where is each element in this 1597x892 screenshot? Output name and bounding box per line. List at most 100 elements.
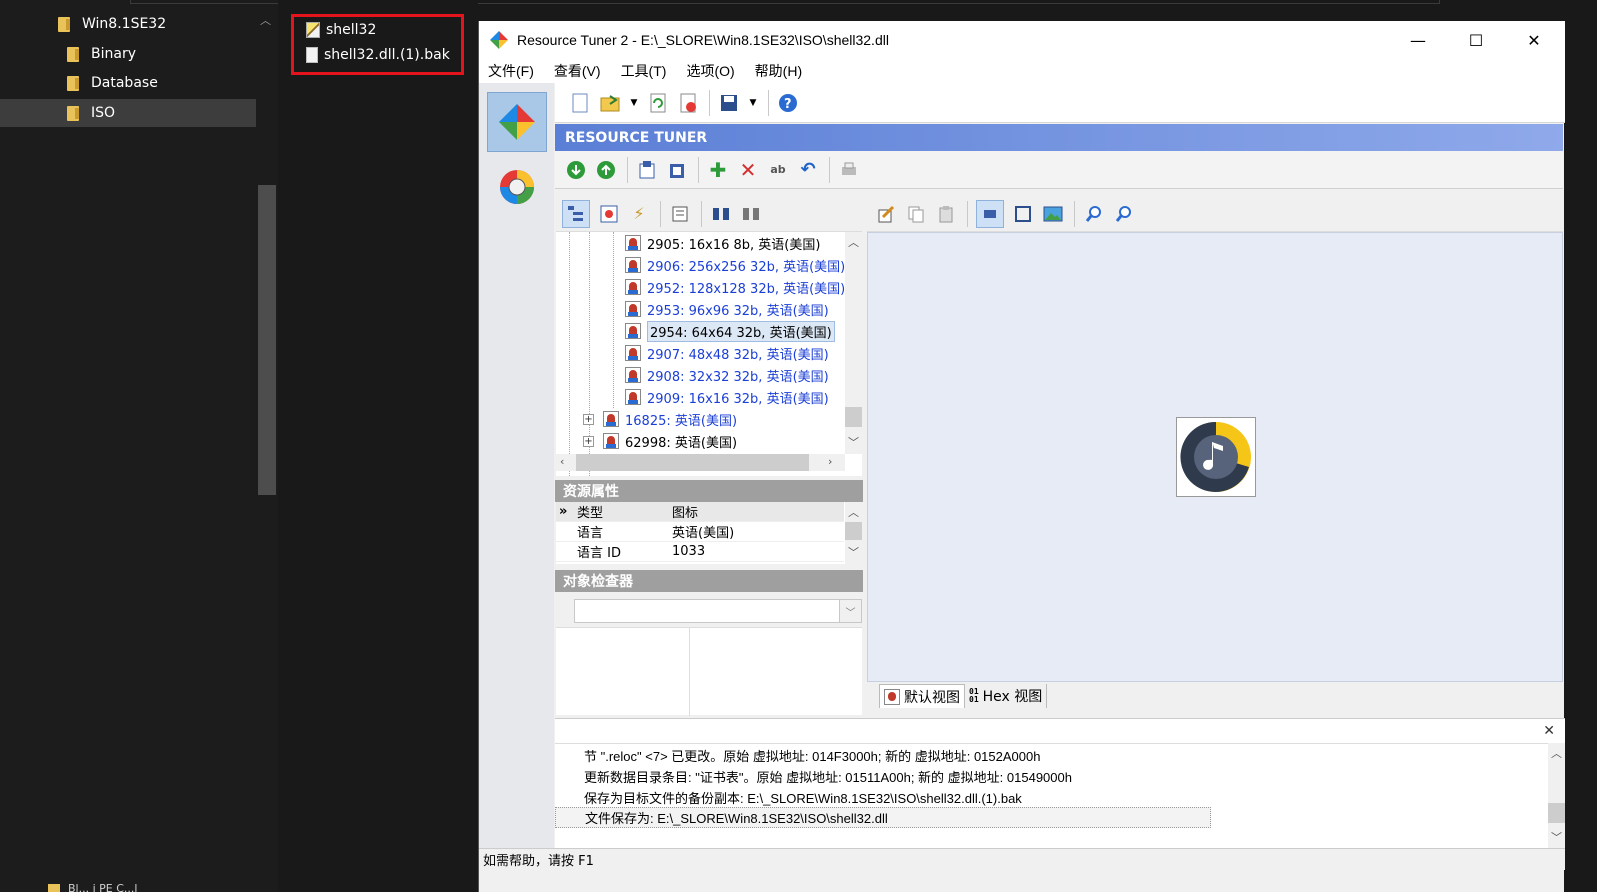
tree-row[interactable]: 62998: 英语(美国) (603, 430, 737, 452)
properties-scrollbar[interactable]: ︿ ﹀ (845, 502, 862, 564)
tree-row[interactable]: 2905: 16x16 8b, 英语(美国) (625, 232, 820, 254)
export-icon[interactable] (666, 159, 688, 181)
copy-icon[interactable] (905, 203, 927, 225)
tree-view-icon[interactable] (562, 199, 590, 228)
log-scrollbar[interactable]: ︿ ﹀ (1548, 743, 1565, 849)
folder-icon (48, 883, 60, 892)
toolbar-separator (768, 89, 769, 116)
delete-resource-icon[interactable]: ✕ (737, 158, 759, 182)
zoom-out-icon[interactable] (1113, 203, 1135, 225)
toolbar-separator (829, 156, 830, 183)
highlight-annotation-box (291, 14, 464, 75)
dropdown-arrow-icon[interactable]: ▼ (748, 92, 758, 114)
fit-view-icon[interactable] (976, 199, 1004, 228)
open-folder-icon[interactable] (599, 92, 621, 114)
explorer-mode-button[interactable] (487, 157, 547, 217)
scroll-thumb[interactable] (845, 407, 862, 427)
chevron-up-icon[interactable]: ︿ (260, 12, 271, 28)
undo-icon[interactable]: ↶ (797, 159, 819, 181)
filter-icon[interactable]: ⚡ (628, 203, 650, 225)
property-row[interactable]: » 类型 图标 (556, 502, 844, 522)
tab-label: 默认视图 (904, 689, 960, 706)
object-inspector-combo[interactable]: ﹀ (574, 599, 862, 623)
tree-row[interactable]: 2953: 96x96 32b, 英语(美国) (625, 298, 829, 320)
menu-help[interactable]: 帮助(H) (755, 61, 802, 81)
paste-icon[interactable] (935, 203, 957, 225)
add-resource-icon[interactable]: ✚ (707, 158, 729, 182)
tree-row[interactable]: 16825: 英语(美国) (603, 408, 737, 430)
dropdown-arrow-icon[interactable]: ▼ (629, 92, 639, 114)
property-row[interactable]: 语言 ID 1033 (556, 542, 844, 562)
refresh-icon[interactable] (647, 92, 669, 114)
scroll-down-icon[interactable]: ﹀ (848, 434, 859, 450)
row-pointer-icon: » (559, 504, 568, 519)
nav-item-label: Database (91, 75, 158, 91)
arrow-up-icon[interactable] (595, 159, 617, 181)
scroll-down-icon[interactable]: ﹀ (848, 544, 859, 560)
log-line-selected[interactable]: 文件保存为: E:\_SLORE\Win8.1SE32\ISO\shell32.… (555, 807, 1211, 828)
properties-icon[interactable] (598, 203, 620, 225)
menu-file[interactable]: 文件(F) (488, 61, 534, 81)
explorer-navigation-pane: ︿ Win8.1SE32 Binary Database ISO Bl... i… (0, 0, 278, 892)
help-icon[interactable]: ? (777, 92, 799, 114)
rename-icon[interactable]: ab (767, 159, 789, 181)
nav-item-iso[interactable]: ISO (0, 99, 256, 127)
tree-row[interactable]: 2909: 16x16 32b, 英语(美国) (625, 386, 829, 408)
tree-row[interactable]: 2952: 128x128 32b, 英语(美国) (625, 276, 845, 298)
menu-view[interactable]: 查看(V) (554, 61, 601, 81)
nav-item-bottom[interactable]: Bl... i PE C...l (48, 882, 137, 892)
print-icon[interactable] (838, 159, 860, 181)
expand-icon[interactable]: + (583, 414, 594, 425)
nav-item-label: ISO (91, 105, 116, 121)
import-icon[interactable] (636, 159, 658, 181)
new-file-icon[interactable] (569, 92, 591, 114)
tab-label: Hex 视图 (982, 689, 1043, 705)
save-icon[interactable] (718, 92, 740, 114)
minimize-button[interactable]: — (1389, 21, 1447, 59)
list-icon[interactable] (669, 203, 691, 225)
chevron-down-icon[interactable]: ﹀ (839, 600, 861, 622)
scroll-thumb[interactable] (1548, 803, 1565, 823)
resource-action-toolbar: ✚ ✕ ab ↶ (555, 151, 1563, 189)
close-icon[interactable]: ✕ (1543, 723, 1555, 739)
tree-row[interactable]: 2906: 256x256 32b, 英语(美国) (625, 254, 845, 276)
tree-horizontal-scrollbar[interactable]: ‹ › (556, 454, 845, 471)
nav-item-database[interactable]: Database (67, 69, 257, 97)
find-icon[interactable] (710, 203, 732, 225)
scroll-left-icon[interactable]: ‹ (560, 455, 564, 468)
scroll-up-icon[interactable]: ︿ (1551, 745, 1562, 761)
edit-icon[interactable] (875, 203, 897, 225)
scroll-thumb[interactable] (845, 522, 862, 540)
zoom-in-icon[interactable] (1083, 203, 1105, 225)
tree-vertical-scrollbar[interactable]: ︿ ﹀ (845, 232, 862, 454)
folder-icon (67, 105, 81, 121)
image-icon[interactable] (1042, 203, 1064, 225)
nav-item-win81se32[interactable]: Win8.1SE32 (58, 10, 258, 38)
tree-row[interactable]: 2908: 32x32 32b, 英语(美国) (625, 364, 829, 386)
title-bar[interactable]: Resource Tuner 2 - E:\_SLORE\Win8.1SE32\… (479, 21, 1565, 59)
scroll-thumb[interactable] (576, 454, 809, 471)
arrow-down-icon[interactable] (565, 159, 587, 181)
menu-tools[interactable]: 工具(T) (621, 61, 667, 81)
find-next-icon[interactable] (740, 203, 762, 225)
expand-icon[interactable]: + (583, 436, 594, 447)
close-file-icon[interactable] (677, 92, 699, 114)
tree-row[interactable]: 2907: 48x48 32b, 英语(美国) (625, 342, 829, 364)
nav-scrollbar[interactable] (258, 185, 276, 495)
scroll-right-icon[interactable]: › (828, 455, 832, 468)
property-row[interactable]: 语言 英语(美国) (556, 522, 844, 542)
tree-row-selected[interactable]: 2954: 64x64 32b, 英语(美国) (625, 320, 835, 342)
scroll-up-icon[interactable]: ︿ (848, 504, 859, 520)
nav-item-binary[interactable]: Binary (67, 40, 257, 68)
maximize-button[interactable]: ☐ (1447, 21, 1505, 59)
tab-default-view[interactable]: 默认视图 (879, 684, 965, 708)
log-line: 节 ".reloc" <7> 已更改。原始 虚拟地址: 014F3000h; 新… (584, 749, 1041, 764)
resource-tuner-mode-button[interactable] (487, 92, 547, 152)
tab-hex-view[interactable]: 01 01 Hex 视图 (965, 684, 1048, 708)
scroll-up-icon[interactable]: ︿ (848, 234, 859, 250)
scroll-down-icon[interactable]: ﹀ (1551, 829, 1562, 845)
menu-options[interactable]: 选项(O) (686, 61, 734, 81)
close-button[interactable]: ✕ (1505, 21, 1563, 59)
actual-size-icon[interactable] (1012, 203, 1034, 225)
property-key: 语言 ID (577, 546, 621, 561)
